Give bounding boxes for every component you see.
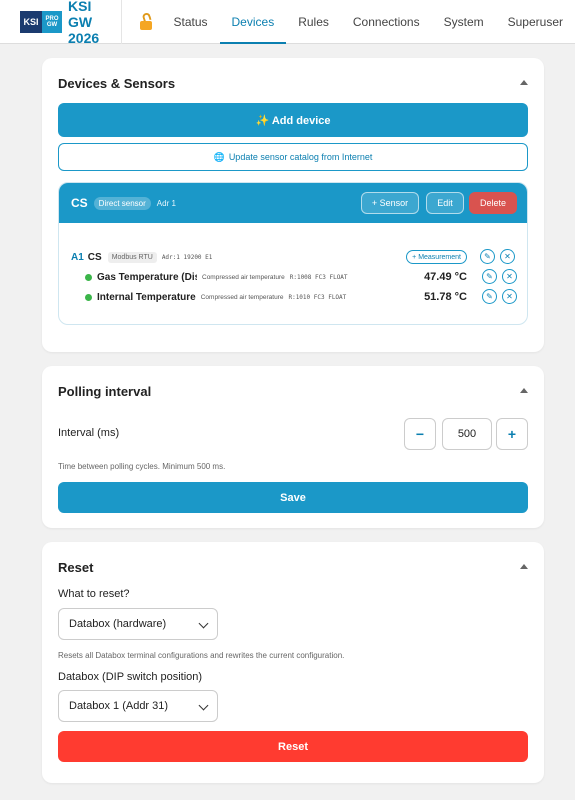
sensor-name: CS [87, 251, 102, 263]
tab-superuser[interactable]: Superuser [496, 0, 575, 44]
ksi-logo: KSI PRO GW [20, 10, 62, 33]
collapse-caret-icon[interactable] [520, 388, 528, 393]
measurement-value: 51.78 °C [424, 291, 467, 303]
measurement-row: Gas Temperature (Dis Compressed air temp… [85, 269, 519, 285]
add-device-button[interactable]: ✨ Add device [58, 103, 528, 137]
reset-card-title: Reset [58, 560, 94, 575]
chevron-down-icon [198, 618, 209, 629]
tab-connections[interactable]: Connections [341, 0, 432, 44]
reset-card: Reset What to reset? Databox (hardware) … [42, 542, 544, 783]
device-name: CS [71, 196, 88, 210]
measurement-row: Internal Temperature Compressed air temp… [85, 289, 519, 305]
polling-card-title: Polling interval [58, 384, 152, 399]
save-button[interactable]: Save [58, 482, 528, 513]
pencil-icon[interactable]: ✎ [480, 249, 495, 264]
interval-input[interactable]: 500 [442, 418, 492, 450]
logo-badge-bottom: GW [46, 21, 58, 28]
increment-button[interactable]: + [496, 418, 528, 450]
measurement-name: Internal Temperature [97, 291, 196, 303]
what-to-reset-value: Databox (hardware) [69, 618, 167, 630]
reset-button[interactable]: Reset [58, 731, 528, 762]
brand[interactable]: KSI PRO GW KSI GW 2026 [0, 0, 123, 46]
unlocked-padlock-icon[interactable] [140, 11, 153, 30]
decrement-button[interactable]: − [404, 418, 436, 450]
top-bar: KSI PRO GW KSI GW 2026 Status Devices Ru… [0, 0, 575, 46]
measurement-value: 47.49 °C [424, 271, 467, 283]
interval-label: Interval (ms) [58, 427, 120, 439]
measurement-register: R:1010 FC3 FLOAT [288, 293, 347, 301]
device-header: CS Direct sensor Adr 1 + Sensor Edit Del… [59, 183, 527, 223]
measurement-description: Compressed air temperature [200, 293, 284, 301]
nav-tabs: Status Devices Rules Connections System … [161, 0, 575, 44]
close-icon[interactable]: ✕ [502, 289, 517, 304]
polling-card: Polling interval Interval (ms) − 500 + T… [42, 366, 544, 528]
chevron-down-icon [198, 700, 209, 711]
devices-card-title: Devices & Sensors [58, 76, 176, 91]
collapse-caret-icon[interactable] [520, 564, 528, 569]
add-sensor-button[interactable]: + Sensor [361, 192, 419, 214]
tab-rules[interactable]: Rules [286, 0, 341, 44]
databox-value: Databox 1 (Addr 31) [69, 700, 169, 712]
logo-text: KSI [20, 10, 42, 33]
sensor-row: A1 CS Modbus RTU Adr:1 19200 E1 + Measur… [71, 249, 519, 265]
pencil-icon[interactable]: ✎ [482, 269, 497, 284]
device-type-badge: Direct sensor [93, 196, 151, 210]
what-to-reset-select[interactable]: Databox (hardware) [58, 608, 218, 640]
collapse-caret-icon[interactable] [520, 80, 528, 85]
status-dot-icon [85, 293, 92, 301]
close-icon[interactable]: ✕ [502, 269, 517, 284]
databox-select[interactable]: Databox 1 (Addr 31) [58, 690, 218, 722]
sensor-index: A1 [71, 251, 84, 263]
what-to-reset-label: What to reset? [58, 588, 130, 600]
app-title: KSI GW 2026 [68, 0, 100, 46]
edit-device-button[interactable]: Edit [426, 192, 464, 214]
tab-system[interactable]: System [432, 0, 496, 44]
databox-label: Databox (DIP switch position) [58, 671, 203, 683]
update-catalog-label: Update sensor catalog from Internet [228, 152, 373, 162]
sensor-params: Adr:1 19200 E1 [161, 253, 213, 261]
update-catalog-button[interactable]: 🌐 Update sensor catalog from Internet [58, 143, 528, 171]
close-icon[interactable]: ✕ [500, 249, 515, 264]
status-dot-icon [85, 273, 92, 281]
measurement-name: Gas Temperature (Dis [97, 271, 197, 283]
pencil-icon[interactable]: ✎ [482, 289, 497, 304]
logo-badge: PRO GW [42, 10, 62, 33]
tab-status[interactable]: Status [161, 0, 219, 44]
interval-hint: Time between polling cycles. Minimum 500… [58, 462, 226, 471]
tab-devices[interactable]: Devices [219, 0, 287, 44]
reset-hint: Resets all Databox terminal configuratio… [58, 651, 345, 660]
sensor-protocol-tag: Modbus RTU [107, 251, 157, 263]
measurement-register: R:1008 FC3 FLOAT [289, 273, 348, 281]
device-address: Adr 1 [156, 198, 176, 208]
globe-icon: 🌐 [213, 151, 225, 162]
measurement-description: Compressed air temperature [202, 273, 285, 281]
device-panel: CS Direct sensor Adr 1 + Sensor Edit Del… [58, 182, 528, 325]
devices-card: Devices & Sensors ✨ Add device 🌐 Update … [42, 58, 544, 352]
add-measurement-button[interactable]: + Measurement [406, 250, 467, 264]
delete-device-button[interactable]: Delete [469, 192, 517, 214]
